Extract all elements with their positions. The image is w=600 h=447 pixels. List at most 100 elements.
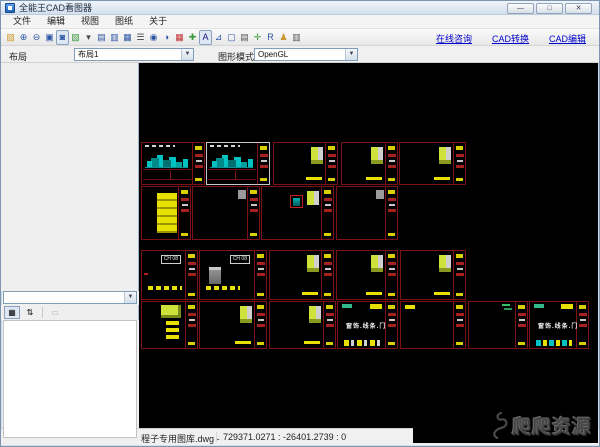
zoom-window-icon[interactable]: R [264,30,277,45]
sheet-drawing-art [536,340,572,346]
sheet-label: CH 08 [229,255,250,264]
sheet-drawing-art [439,147,451,164]
cad-sheet-tile[interactable] [199,301,267,349]
categorized-icon[interactable]: ▦ [4,306,20,319]
fit-view-icon[interactable]: ▣ [43,30,56,45]
property-grid-toolbar: ▦ ⇅ ▭ [1,305,139,320]
sort-alpha-icon[interactable]: ⇅ [22,306,38,319]
window-stack-icon[interactable]: ▦ [121,30,134,45]
sheet-drawing-art [307,255,319,272]
zoom-in-icon[interactable]: ⊕ [17,30,30,45]
sheet-drawing-art [307,191,319,205]
watermark: 爬爬资源 [413,407,598,443]
zoom-out-icon[interactable]: ⊖ [30,30,43,45]
title-block-strip [385,251,397,299]
menu-item-view[interactable]: 视图 [73,15,107,28]
more-dropdown-icon[interactable]: ▾ [82,30,95,45]
link-online-consult[interactable]: 在线咨询 [436,32,472,45]
cad-sheet-tile[interactable] [269,250,334,300]
window-cascade-icon[interactable]: ▤ [95,30,108,45]
status-file-name: 程子专用图库.dwg - [141,434,220,444]
pan-view-icon[interactable]: ◙ [56,29,69,45]
graphics-mode-label: 图形模式 [218,52,255,62]
measure-icon[interactable]: ⊿ [212,30,225,45]
title-block-strip [192,143,204,184]
title-block-strip [254,251,266,299]
page-detail-icon[interactable]: ▭ [47,306,63,319]
cad-sheet-tile[interactable] [273,142,338,185]
cad-sheet-tile[interactable] [468,301,528,349]
menu-item-file[interactable]: 文件 [5,15,39,28]
sheet-drawing-art [240,306,252,323]
property-filter-select[interactable]: ▼ [3,291,137,304]
title-block-strip [453,251,465,299]
sheet-text: 窗饰.线条.门 [346,324,387,331]
sheet-drawing-art [145,154,188,168]
cad-sheet-tile[interactable]: 窗饰.线条.门 [337,301,398,349]
new-window-icon[interactable]: ▢ [225,30,238,45]
menu-item-sheet[interactable]: 图纸 [107,15,141,28]
sheet-drawing-art [311,147,323,164]
chevron-down-icon[interactable]: ▼ [345,49,357,60]
link-cad-convert[interactable]: CAD转换 [492,32,529,45]
sheet-drawing-detail [166,321,179,341]
cad-sheet-tile[interactable] [400,250,466,300]
layout-select[interactable]: 布局1 ▼ [74,48,194,61]
cad-sheet-tile[interactable] [341,142,398,185]
layout-bar: 布局 布局1 ▼ 图形模式 OpenGL ▼ [1,46,599,63]
bg-color-icon[interactable]: ◉ [147,30,160,45]
cad-sheet-tile[interactable] [399,142,466,185]
sheet-drawing-detail [304,341,320,344]
cad-sheet-tile[interactable] [141,142,205,185]
cad-sheet-tile[interactable] [206,142,270,185]
cad-sheet-tile[interactable] [141,301,198,349]
link-cad-edit[interactable]: CAD编辑 [549,32,586,45]
pan-tool-icon[interactable]: ✛ [251,30,264,45]
sheet-drawing-detail [366,177,382,180]
menu-item-about[interactable]: 关于 [141,15,175,28]
list-view-icon[interactable]: ☰ [134,30,147,45]
print-icon[interactable]: ▤ [238,30,251,45]
title-block-strip [323,302,335,348]
sheet-drawing-art [206,286,240,290]
cad-sheet-tile[interactable] [261,186,334,240]
sidebar-preview-panel [1,63,139,291]
chevron-down-icon[interactable]: ▼ [124,292,136,303]
maximize-button[interactable]: □ [536,3,563,14]
cad-sheet-tile[interactable] [141,186,191,240]
cad-sheet-tile[interactable] [336,186,398,240]
cad-sheet-tile[interactable] [336,250,398,300]
toolbar-separator [42,307,43,318]
text-toggle-icon[interactable]: A [199,29,212,45]
menu-item-edit[interactable]: 编辑 [39,15,73,28]
invert-color-icon[interactable]: ◑ [160,30,173,45]
promo-links: 在线咨询 CAD转换 CAD编辑 [436,32,586,45]
cad-sheet-tile[interactable]: CH 08 [141,250,198,300]
title-bar[interactable]: 全能王CAD看图器 — □ ✕ [1,1,599,15]
paste-icon[interactable]: ▥ [290,30,303,45]
graphics-mode-select[interactable]: OpenGL ▼ [254,48,358,61]
minimize-button[interactable]: — [507,3,534,14]
cad-sheet-tile[interactable] [192,186,260,240]
sheet-drawing-art [309,306,321,323]
sheet-drawing-art [371,255,383,272]
cad-canvas[interactable]: CH 08 CH 08 窗饰.线条.门 窗饰.线条.门 [139,63,598,428]
open-file-icon[interactable]: ▨ [4,30,17,45]
cad-sheet-tile[interactable]: 窗饰.线条.门 [529,301,589,349]
chevron-down-icon[interactable]: ▼ [181,49,193,60]
close-button[interactable]: ✕ [565,3,592,14]
sheet-text: 窗饰.线条.门 [538,324,579,331]
property-list-panel[interactable] [3,320,137,438]
sheet-drawing-art [439,255,451,272]
title-block-strip [325,143,337,184]
title-block-strip [321,251,333,299]
full-extent-icon[interactable]: ✚ [186,30,199,45]
layer-manager-icon[interactable]: ▧ [69,30,82,45]
cad-sheet-tile[interactable] [269,301,336,349]
app-icon [5,2,15,13]
cad-sheet-tile[interactable]: CH 08 [199,250,267,300]
color-mode-icon[interactable]: ▦ [173,30,186,45]
window-tile-icon[interactable]: ▥ [108,30,121,45]
cad-sheet-tile[interactable] [400,301,466,349]
user-icon[interactable]: ♟ [277,30,290,45]
